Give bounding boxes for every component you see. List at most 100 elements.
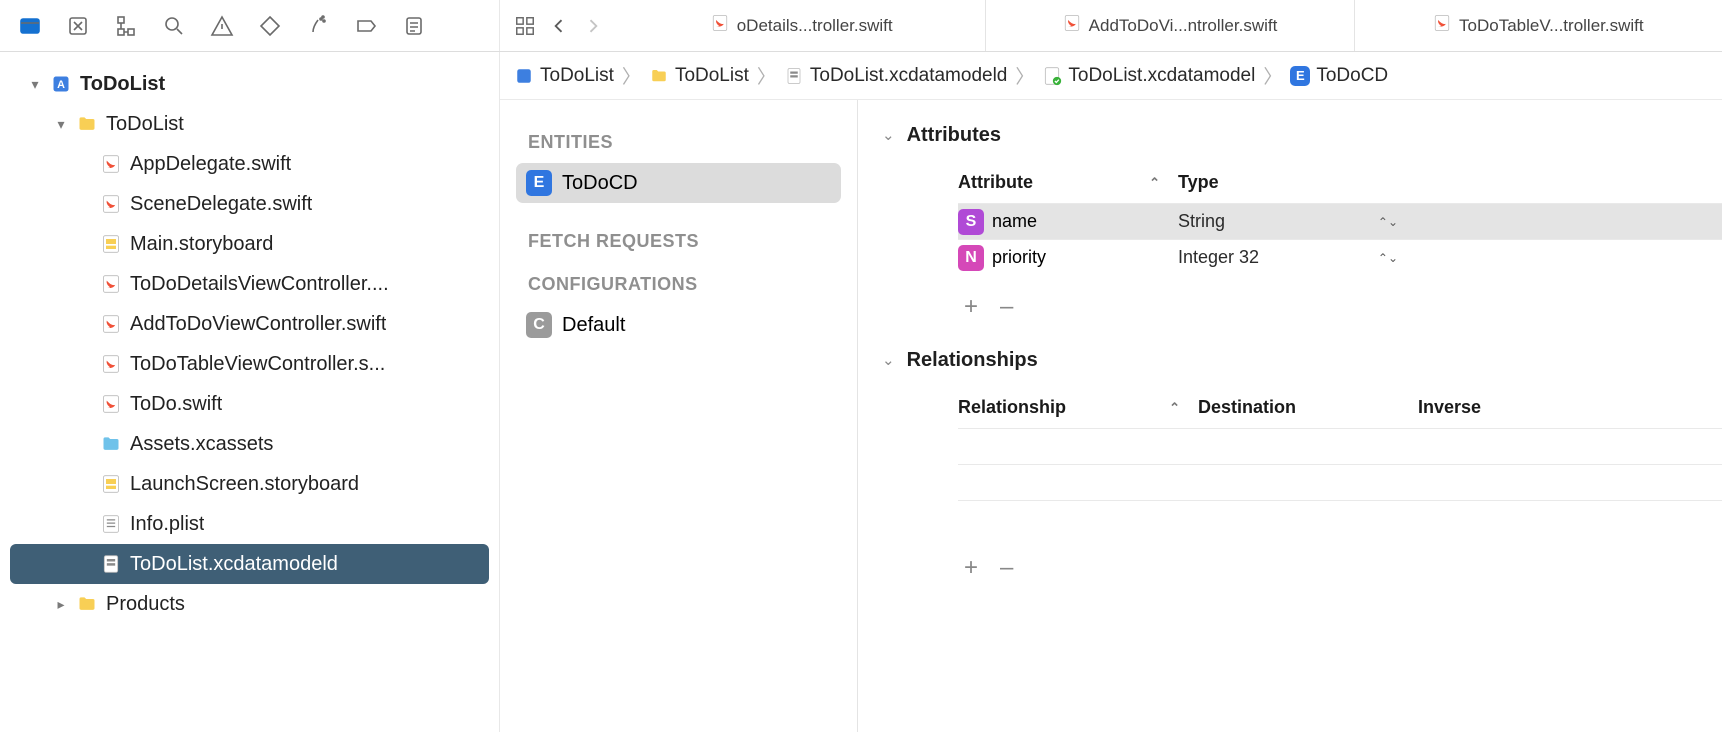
sort-asc-icon[interactable]: ⌃: [1149, 175, 1178, 191]
debug-navigator-icon[interactable]: [304, 12, 332, 40]
entities-pane: ENTITIES E ToDoCD FETCH REQUESTS CONFIGU…: [500, 100, 858, 732]
crumb-datamodel[interactable]: ToDoList.xcdatamodel: [1042, 65, 1255, 87]
attributes-table: Attribute⌃ Type SnameString⌃⌄NpriorityIn…: [958, 172, 1722, 343]
rel-header-destination[interactable]: Destination: [1198, 397, 1418, 418]
tree-products[interactable]: ▸ Products: [0, 584, 499, 624]
test-navigator-icon[interactable]: [256, 12, 284, 40]
relationships-title: Relationships: [907, 349, 1038, 372]
breadcrumb: ToDoList 〉 ToDoList 〉 ToDoList.xcdatamod…: [500, 52, 1722, 100]
breakpoint-navigator-icon[interactable]: [352, 12, 380, 40]
tab-todotable[interactable]: ToDoTableV...troller.swift: [1354, 0, 1722, 51]
crumb-group[interactable]: ToDoList: [649, 65, 749, 87]
crumb-label: ToDoList: [540, 65, 614, 87]
tab-addtodo[interactable]: AddToDoVi...ntroller.swift: [985, 0, 1353, 51]
relationships-remove-button[interactable]: –: [1000, 554, 1013, 582]
tree-file[interactable]: LaunchScreen.storyboard: [0, 464, 499, 504]
datamodel-ok-icon: [1042, 66, 1062, 86]
main: ▾ A ToDoList ▾ ToDoList AppDelegate.swif…: [0, 52, 1722, 732]
crumb-project[interactable]: ToDoList: [514, 65, 614, 87]
rel-empty-row: [958, 464, 1722, 500]
tree-file[interactable]: ToDoDetailsViewController....: [0, 264, 499, 304]
swift-file-icon: [100, 153, 122, 175]
chevron-down-icon[interactable]: ▾: [54, 116, 68, 133]
relationships-header[interactable]: ⌄ Relationships: [858, 343, 1722, 377]
attributes-header[interactable]: ⌄ Attributes: [858, 118, 1722, 152]
nav-forward-icon[interactable]: [580, 13, 606, 39]
file-list: AppDelegate.swift SceneDelegate.swift Main…: [0, 144, 499, 584]
file-label: ToDoDetailsViewController....: [130, 273, 389, 296]
file-label: ToDoList.xcdatamodeld: [130, 553, 338, 576]
symbol-navigator-icon[interactable]: [112, 12, 140, 40]
tab-label: oDetails...troller.swift: [737, 16, 893, 36]
chevron-right-icon[interactable]: ▸: [54, 596, 68, 613]
report-navigator-icon[interactable]: [400, 12, 428, 40]
tab-label: ToDoTableV...troller.swift: [1459, 16, 1644, 36]
relationships-table-header: Relationship⌃ Destination Inverse: [958, 397, 1722, 428]
related-items-icon[interactable]: [512, 13, 538, 39]
popup-indicator-icon[interactable]: ⌃⌄: [1378, 251, 1398, 265]
attributes-remove-button[interactable]: –: [1000, 293, 1013, 321]
tree-project-root[interactable]: ▾ A ToDoList: [0, 64, 499, 104]
file-label: ToDo.swift: [130, 393, 222, 416]
attributes-table-header: Attribute⌃ Type: [958, 172, 1722, 203]
sort-asc-icon[interactable]: ⌃: [1169, 400, 1198, 416]
entity-badge-icon: E: [526, 170, 552, 196]
editor: ToDoList 〉 ToDoList 〉 ToDoList.xcdatamod…: [500, 52, 1722, 732]
folder-icon: [76, 593, 98, 615]
group-label: ToDoList: [106, 113, 184, 136]
attributes-title: Attributes: [907, 124, 1001, 147]
crumb-entity[interactable]: E ToDoCD: [1290, 65, 1388, 87]
entity-row[interactable]: E ToDoCD: [516, 163, 841, 203]
attribute-row[interactable]: NpriorityInteger 32⌃⌄: [958, 239, 1722, 275]
file-label: LaunchScreen.storyboard: [130, 473, 359, 496]
tab-details[interactable]: oDetails...troller.swift: [618, 0, 985, 51]
swift-file-icon: [100, 273, 122, 295]
chevron-down-icon[interactable]: ⌄: [882, 351, 895, 369]
find-navigator-icon[interactable]: [160, 12, 188, 40]
tree-file[interactable]: ToDo.swift: [0, 384, 499, 424]
chevron-down-icon[interactable]: ⌄: [882, 126, 895, 144]
breadcrumb-sep: 〉: [755, 62, 778, 89]
nav-back-icon[interactable]: [546, 13, 572, 39]
tree-file[interactable]: Assets.xcassets: [0, 424, 499, 464]
folder-icon: [76, 113, 98, 135]
issue-navigator-icon[interactable]: [208, 12, 236, 40]
tree-file[interactable]: Main.storyboard: [0, 224, 499, 264]
attributes-add-button[interactable]: +: [964, 293, 978, 321]
tree-file[interactable]: Info.plist: [0, 504, 499, 544]
tree-file[interactable]: ToDoList.xcdatamodeld: [10, 544, 489, 584]
source-control-icon[interactable]: [64, 12, 92, 40]
rel-empty-row: [958, 500, 1722, 536]
breadcrumb-sep: 〉: [1261, 62, 1284, 89]
tab-bar-region: oDetails...troller.swift AddToDoVi...ntr…: [500, 0, 1722, 51]
crumb-label: ToDoList.xcdatamodel: [1068, 65, 1255, 87]
tree-file[interactable]: ToDoTableViewController.s...: [0, 344, 499, 384]
tree-file[interactable]: SceneDelegate.swift: [0, 184, 499, 224]
attr-type: Integer 32: [1178, 247, 1259, 268]
attr-header-attribute[interactable]: Attribute⌃: [958, 172, 1178, 193]
rel-header-relationship[interactable]: Relationship⌃: [958, 397, 1198, 418]
breadcrumb-sep: 〉: [1013, 62, 1036, 89]
relationships-add-button[interactable]: +: [964, 554, 978, 582]
tree-file[interactable]: AddToDoViewController.swift: [0, 304, 499, 344]
attr-header-type[interactable]: Type: [1178, 172, 1428, 193]
swift-file-icon: [1433, 14, 1451, 37]
crumb-datamodeld[interactable]: ToDoList.xcdatamodeld: [784, 65, 1008, 87]
project-navigator-icon[interactable]: [16, 12, 44, 40]
popup-indicator-icon[interactable]: ⌃⌄: [1378, 215, 1398, 229]
config-section-label: CONFIGURATIONS: [528, 274, 841, 295]
file-label: SceneDelegate.swift: [130, 193, 312, 216]
svg-text:A: A: [57, 79, 65, 91]
fetch-section-label: FETCH REQUESTS: [528, 231, 841, 252]
tree-file[interactable]: AppDelegate.swift: [0, 144, 499, 184]
swift-file-icon: [100, 313, 122, 335]
attribute-row[interactable]: SnameString⌃⌄: [958, 203, 1722, 239]
crumb-label: ToDoCD: [1316, 65, 1388, 87]
config-row[interactable]: C Default: [516, 305, 841, 345]
chevron-down-icon[interactable]: ▾: [28, 76, 42, 93]
top-row: oDetails...troller.swift AddToDoVi...ntr…: [0, 0, 1722, 52]
rel-header-inverse[interactable]: Inverse: [1418, 397, 1558, 418]
assets-file-icon: [100, 433, 122, 455]
tree-group[interactable]: ▾ ToDoList: [0, 104, 499, 144]
swift-file-icon: [100, 353, 122, 375]
